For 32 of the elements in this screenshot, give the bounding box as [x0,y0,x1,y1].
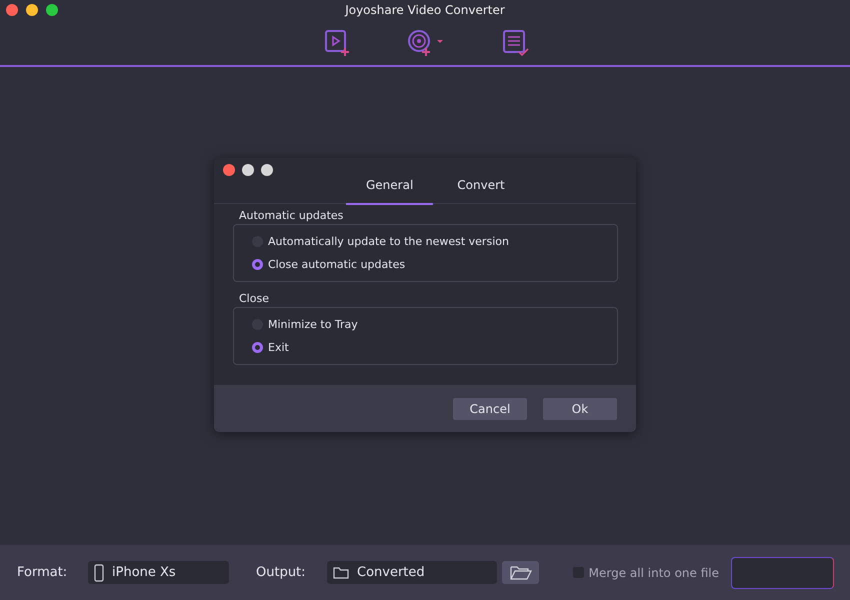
option-label: Automatically update to the newest version [268,234,509,248]
open-folder-icon [510,565,532,580]
ok-button[interactable]: Ok [543,398,617,420]
minimize-button[interactable] [242,164,254,176]
merge-label: Merge all into one file [588,566,719,580]
option-label: Close automatic updates [268,258,406,270]
convert-button[interactable] [731,556,834,588]
task-list-icon[interactable] [502,28,530,56]
add-video-icon[interactable] [324,28,350,56]
group-title: Close [239,292,270,305]
zoom-button[interactable] [261,164,273,176]
window-title: Joyoshare Video Converter [345,3,505,17]
group-title: Automatic updates [239,209,344,222]
option-label: Minimize to Tray [268,318,358,330]
phone-icon [94,564,104,582]
output-field[interactable]: Converted [327,561,497,584]
radio-button[interactable] [252,342,263,352]
close-button[interactable] [223,164,235,176]
output-label: Output: [256,565,307,580]
tab[interactable]: Convert [437,172,525,205]
tab[interactable]: General [346,172,434,205]
minimize-button[interactable] [26,4,38,16]
cancel-button[interactable]: Cancel [453,398,527,420]
format-label: Format: [17,565,68,580]
zoom-button[interactable] [46,4,58,16]
radio-button[interactable] [252,258,263,270]
option-label: Exit [268,340,289,354]
browse-folder-button[interactable] [502,561,539,584]
add-disc-icon[interactable] [406,28,446,56]
close-button[interactable] [6,4,18,16]
folder-icon [333,566,349,579]
format-field[interactable]: iPhone Xs [88,561,229,584]
